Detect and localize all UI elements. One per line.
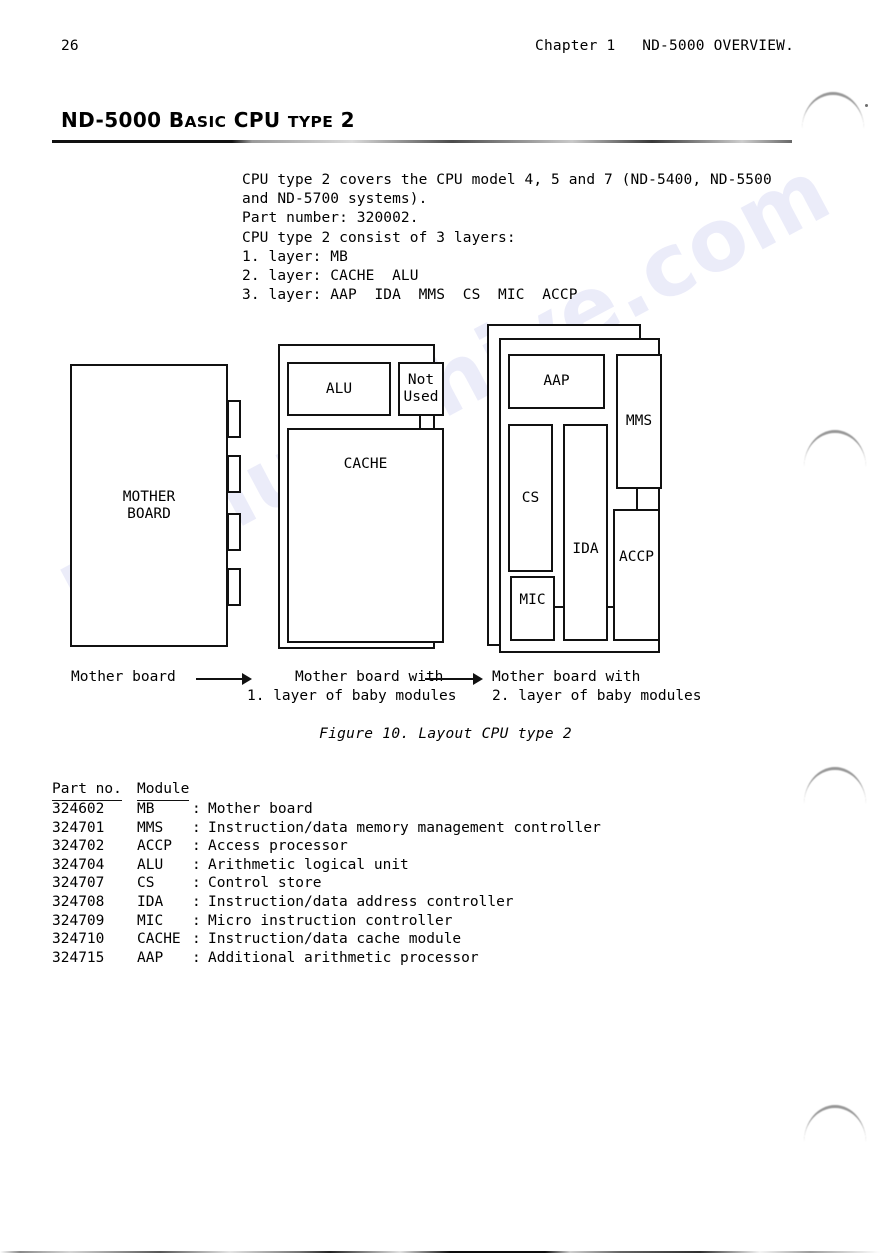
page-title: ND-5000 BASIC CPU TYPE 2 [61, 108, 355, 132]
title-segment-4: TYPE [287, 113, 334, 131]
page-header: 26 Chapter 1 ND-5000 OVERVIEW. [0, 38, 891, 62]
cell-description: Instruction/data memory management contr… [208, 819, 601, 836]
intro-paragraph: CPU type 2 covers the CPU model 4, 5 and… [242, 172, 772, 304]
cell-separator: : [192, 819, 201, 836]
cell-description: Mother board [208, 801, 313, 817]
mms-accp-connector-wire [636, 488, 638, 510]
cell-part-no: 324715 [52, 949, 105, 966]
cell-description: Instruction/data cache module [208, 931, 462, 948]
cell-separator: : [192, 856, 201, 873]
diagram-box-cache: CACHE [287, 428, 444, 643]
cell-module: CS [137, 875, 155, 892]
cell-separator: : [192, 893, 201, 910]
diagram-box-accp: ACCP [613, 509, 660, 641]
column-header-module: Module [137, 780, 190, 801]
table-row: 324704 ALU: Arithmetic logical unit [52, 856, 409, 875]
title-segment-5: 2 [333, 108, 355, 132]
cell-part-no: 324701 [52, 819, 105, 836]
table-row: 324701 MMS: Instruction/data memory manage… [52, 819, 601, 838]
caption-arrow-2 [425, 672, 483, 686]
caption-right-line1: Mother board with [492, 669, 641, 685]
cell-separator: : [192, 949, 201, 966]
mic-ida-connector-wire [554, 606, 564, 608]
cell-module: ACCP [137, 838, 172, 855]
cell-part-no: 324709 [52, 912, 105, 929]
table-row: 324715 AAP: Additional arithmetic processo… [52, 949, 479, 968]
title-segment-3: CPU [226, 108, 288, 132]
cell-separator: : [192, 931, 201, 948]
cell-module: MIC [137, 912, 164, 929]
caption-right-line2: 2. layer of baby modules [492, 688, 702, 704]
cell-separator: : [192, 838, 201, 855]
cell-module: MB [137, 801, 155, 817]
cell-description: Instruction/data address controller [208, 893, 514, 910]
mother-board-connector-3 [227, 513, 241, 551]
diagram-box-ida: IDA [563, 424, 608, 641]
cell-part-no: 324602 [52, 801, 105, 817]
cell-description: Additional arithmetic processor [208, 949, 479, 966]
page-bottom-edge-line [0, 1251, 891, 1253]
binding-curve-mark-4 [804, 1105, 866, 1142]
cell-description: Micro instruction controller [208, 912, 453, 929]
binding-dot-1 [865, 104, 868, 107]
parts-table-header-row: Part no. Module [52, 780, 190, 801]
diagram-box-cs: CS [508, 424, 553, 572]
table-row: 324702 ACCP: Access processor [52, 837, 348, 856]
mother-board-connector-2 [227, 455, 241, 493]
cell-part-no: 324710 [52, 931, 105, 948]
mother-board-connector-1 [227, 400, 241, 438]
cell-module: AAP [137, 949, 164, 966]
diagram-box-alu: ALU [287, 362, 391, 416]
cell-part-no: 324704 [52, 856, 105, 873]
diagram-box-mms: MMS [616, 354, 662, 489]
figure-number-label: Figure 10. Layout CPU type 2 [319, 726, 572, 742]
cell-separator: : [192, 801, 201, 817]
title-segment-1: ND-5000 B [61, 108, 185, 132]
title-underline-rule [52, 140, 792, 143]
column-header-part-no: Part no. [52, 780, 122, 801]
page-number: 26 [61, 38, 79, 54]
cell-part-no: 324707 [52, 875, 105, 892]
cell-description: Control store [208, 875, 322, 892]
diagram-box-aap: AAP [508, 354, 605, 409]
table-row: 324710 CACHE: Instruction/data cache modul… [52, 930, 461, 949]
diagram-box-mother-board: MOTHER BOARD [70, 364, 228, 647]
cell-description: Arithmetic logical unit [208, 856, 409, 873]
caption-mid-line1: Mother board with [295, 669, 444, 685]
binding-curve-mark-1 [802, 92, 864, 129]
cell-module: MMS [137, 819, 164, 836]
cell-separator: : [192, 912, 201, 929]
title-segment-2: ASIC [184, 113, 227, 131]
table-row: 324709 MIC: Micro instruction controller [52, 912, 452, 931]
table-row: 324708 IDA: Instruction/data address contr… [52, 893, 514, 912]
cell-module: ALU [137, 856, 164, 873]
mother-board-connector-4 [227, 568, 241, 606]
table-row: 324707 CS: Control store [52, 874, 322, 893]
table-row: 324602 MB: Mother board [52, 800, 313, 819]
caption-mother-board: Mother board [71, 669, 176, 685]
header-chapter-title: Chapter 1 ND-5000 OVERVIEW. [535, 38, 794, 54]
ida-accp-connector-wire [606, 606, 614, 608]
parts-table: Part no. Module 324602 MB: Mother board 324… [52, 780, 601, 968]
diagram-box-not-used: Not Used [398, 362, 444, 416]
cell-separator: : [192, 875, 201, 892]
diagram-box-mic: MIC [510, 576, 555, 641]
parts-table-body: 324602 MB: Mother board 324701 MMS: Instructi… [52, 800, 601, 968]
cell-part-no: 324702 [52, 838, 105, 855]
middle-connector-wire [419, 414, 421, 430]
cell-module: IDA [137, 893, 164, 910]
cell-part-no: 324708 [52, 893, 105, 910]
cell-description: Access processor [208, 838, 348, 855]
caption-arrow-1 [196, 672, 252, 686]
cell-module: CACHE [137, 931, 181, 948]
